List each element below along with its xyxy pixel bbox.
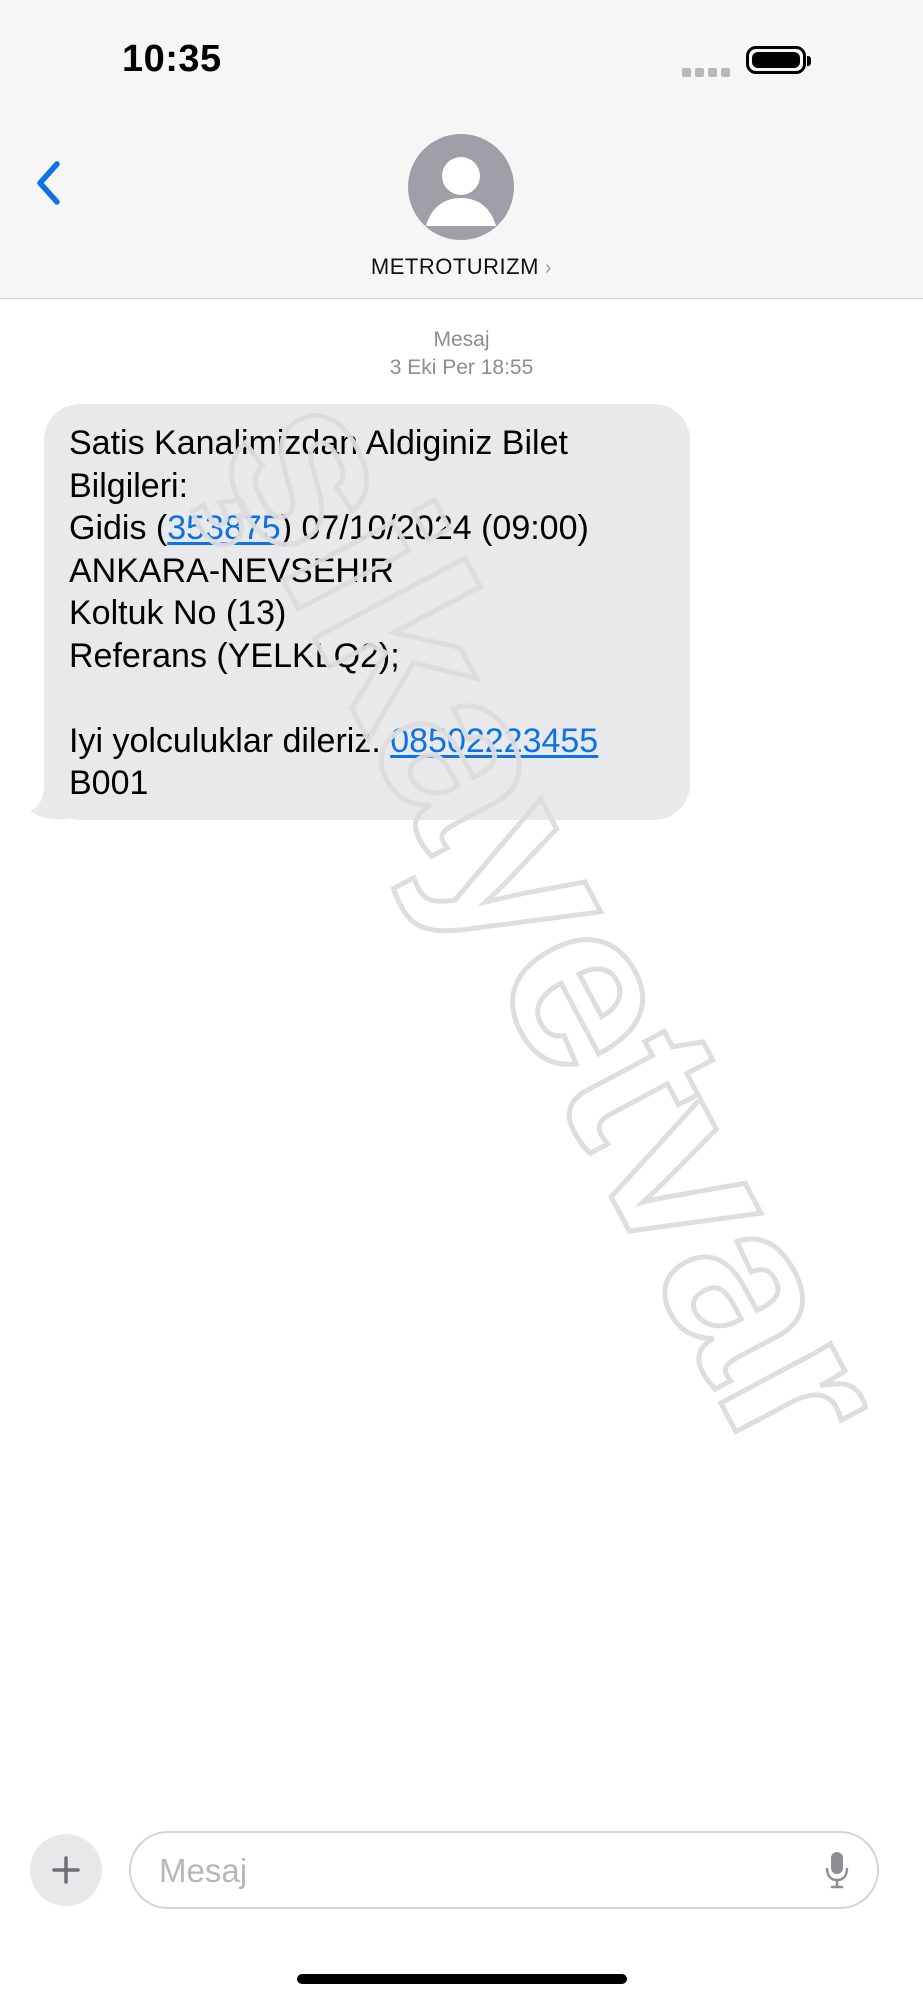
person-icon <box>426 157 496 226</box>
chevron-right-icon: › <box>544 257 553 279</box>
status-time: 10:35 <box>122 38 222 80</box>
contact-name-button[interactable]: METROTURIZM › <box>0 254 923 280</box>
message-input-container[interactable] <box>129 1831 879 1909</box>
message-line: B001 <box>69 764 149 802</box>
message-text: Iyi yolculuklar dileriz. <box>69 721 391 760</box>
message-line: Satis Kanalimizdan Aldiginiz Bilet <box>69 424 568 462</box>
plus-icon <box>52 1856 80 1884</box>
message-line: Bilgileri: <box>69 466 189 505</box>
message-line: Referans (YELKLQ2); <box>69 636 400 675</box>
chevron-left-icon <box>37 161 60 205</box>
battery-icon <box>746 46 811 74</box>
message-line: Iyi yolculuklar dileriz. 08502223455 <box>69 720 666 763</box>
message-line: Koltuk No (13) <box>69 594 287 632</box>
message-timestamp: 3 Eki Per 18:55 <box>389 356 534 379</box>
home-indicator[interactable] <box>297 1974 627 1984</box>
microphone-icon[interactable] <box>825 1850 849 1890</box>
watermark: şikayetvar <box>166 348 923 1497</box>
signal-icon <box>682 64 734 82</box>
conversation-header: 10:35 METROTURIZM › <box>0 0 923 299</box>
add-attachment-button[interactable] <box>30 1834 102 1906</box>
message-line: ANKARA-NEVSEHIR <box>69 551 394 590</box>
message-bubble[interactable]: Satis Kanalimizdan Aldiginiz Bilet Bilgi… <box>44 404 690 820</box>
message-text: ) 07/10/2024 (09:00) <box>280 509 589 547</box>
message-input[interactable] <box>157 1833 801 1909</box>
phone-number-link[interactable]: 08502223455 <box>390 722 598 760</box>
contact-name: METROTURIZM <box>370 254 539 279</box>
service-label: Mesaj <box>433 328 490 351</box>
back-button[interactable] <box>28 158 68 208</box>
message-text: Gidis ( <box>69 509 168 547</box>
ticket-number-link[interactable]: 353875 <box>167 509 280 547</box>
contact-avatar[interactable] <box>408 134 514 240</box>
message-line: Gidis (353875) 07/10/2024 (09:00) <box>69 507 666 550</box>
